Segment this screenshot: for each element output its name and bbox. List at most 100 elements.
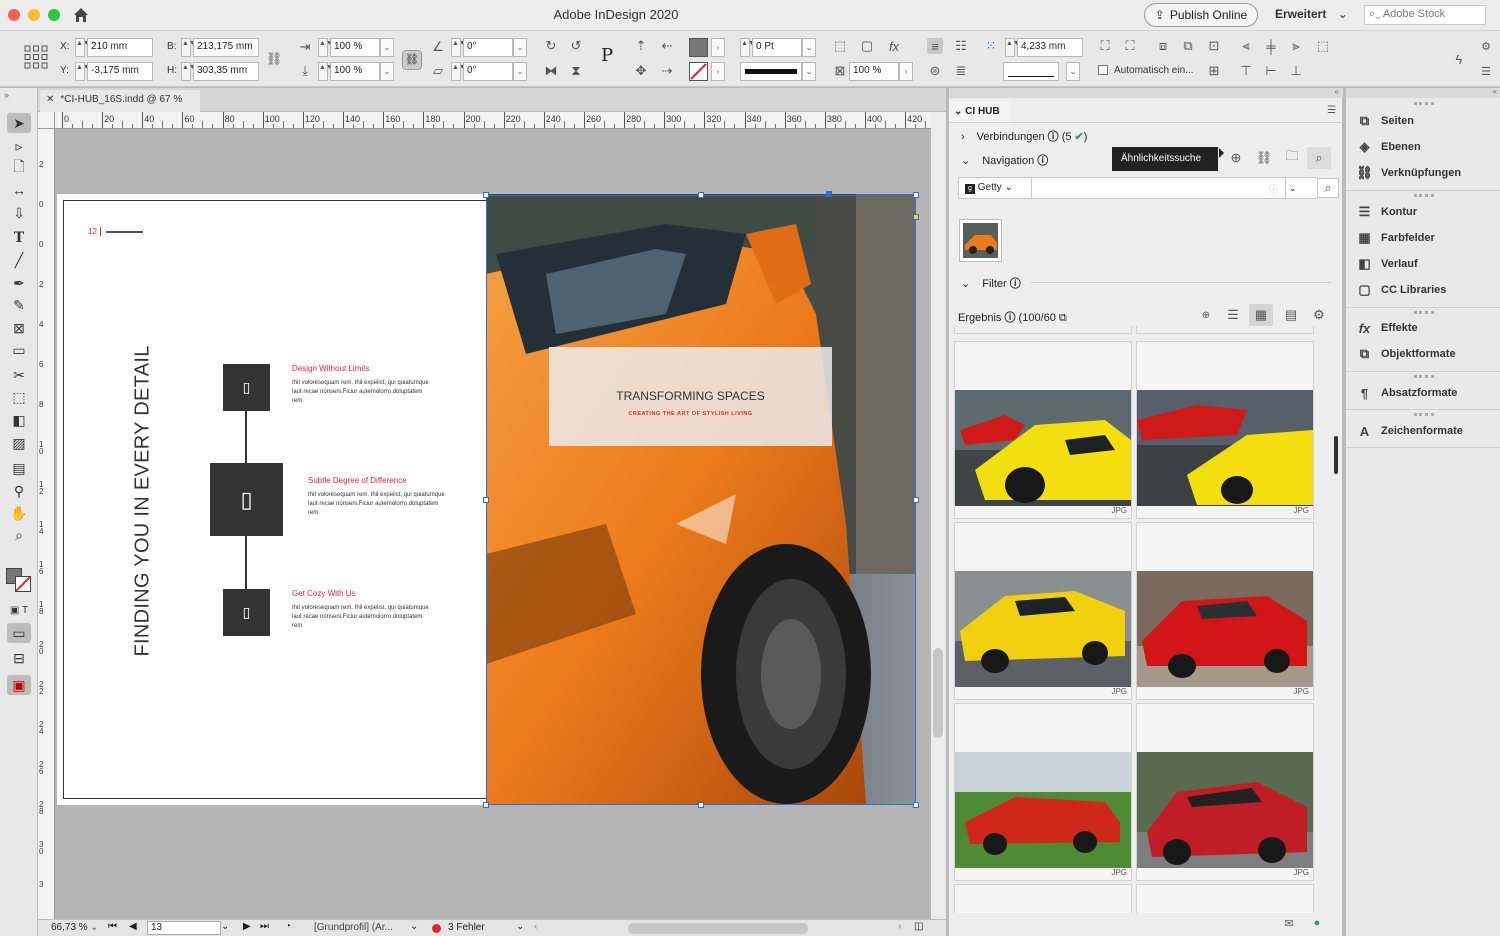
- stroke-none-swatch[interactable]: [689, 62, 708, 81]
- zoom-tool-icon[interactable]: ⌕: [7, 525, 31, 545]
- zoom-dropdown-icon[interactable]: ⌄: [90, 922, 98, 933]
- stroke-weight-dropdown[interactable]: ⌄: [802, 38, 816, 57]
- result-card[interactable]: JPG: [1136, 703, 1314, 881]
- align-center-icon[interactable]: ╪: [1263, 38, 1279, 54]
- pen-tool-icon[interactable]: ✒: [7, 273, 31, 293]
- width-stepper[interactable]: ▲▼: [181, 38, 196, 57]
- quick-apply-icon[interactable]: ϟ: [1451, 51, 1467, 67]
- collapse-toolbox-icon[interactable]: »: [4, 90, 9, 100]
- rotate-cw-icon[interactable]: ↻: [543, 38, 559, 54]
- flip-vertical-icon[interactable]: ⧗: [568, 63, 584, 79]
- search-options-dropdown[interactable]: ⌄: [1285, 178, 1299, 198]
- scale-x-stepper[interactable]: ▲▼: [318, 38, 333, 57]
- shear-field[interactable]: 0°: [463, 62, 513, 81]
- similarity-search-icon[interactable]: ⊕: [1228, 150, 1244, 166]
- horizontal-scroll-thumb[interactable]: [628, 923, 808, 934]
- vertical-title-box[interactable]: FINDING YOU IN EVERY DETAIL: [132, 345, 154, 656]
- resize-handle[interactable]: [913, 497, 919, 503]
- select-content-icon[interactable]: ✥: [633, 63, 649, 79]
- x-stepper[interactable]: ▲▼: [75, 38, 90, 57]
- rectangle-frame-tool-icon[interactable]: ⊠: [7, 318, 31, 338]
- offset-stepper[interactable]: ▲▼: [1005, 38, 1020, 57]
- page-dropdown-icon[interactable]: ⌄: [221, 921, 229, 932]
- opacity-dropdown[interactable]: ›: [899, 62, 913, 81]
- stroke-weight-stepper[interactable]: ▲▼: [740, 38, 755, 57]
- dock-item-cc-libraries[interactable]: ▢ CC Libraries: [1356, 277, 1446, 303]
- rotate-ccw-icon[interactable]: ↺: [568, 38, 584, 54]
- open-pages-icon[interactable]: ◔: [285, 921, 291, 932]
- grip-icon[interactable]: [1414, 311, 1434, 314]
- feature-text-1[interactable]: Design Without Limits Ihit voloresequam …: [292, 364, 432, 406]
- reference-point-icon[interactable]: [24, 45, 48, 69]
- previous-page-icon[interactable]: ◀: [129, 921, 137, 932]
- list-view-icon[interactable]: ☰: [1225, 307, 1241, 323]
- offset-field[interactable]: 4,233 mm: [1017, 38, 1083, 57]
- rectangle-tool-icon[interactable]: ▭: [7, 340, 31, 360]
- direct-selection-tool-icon[interactable]: ▹: [7, 136, 31, 156]
- split-window-icon[interactable]: ◫: [914, 921, 923, 932]
- dock-item-effekte[interactable]: fx Effekte: [1356, 315, 1418, 341]
- preflight-mode-icon[interactable]: ▣: [7, 675, 31, 695]
- dock-item-seiten[interactable]: ⧉ Seiten: [1356, 108, 1414, 134]
- panel-options-icon[interactable]: ☰: [1327, 105, 1336, 116]
- hand-tool-icon[interactable]: ✋: [7, 503, 31, 523]
- text-wrap-box-icon[interactable]: ☷: [953, 38, 969, 54]
- workspace-switcher[interactable]: Erweitert ⌄: [1275, 7, 1348, 21]
- grip-icon[interactable]: [1414, 375, 1434, 378]
- scale-x-dropdown[interactable]: ⌄: [380, 38, 394, 57]
- result-card[interactable]: JPG: [1136, 522, 1314, 700]
- stroke-weight-field[interactable]: 0 Pt: [752, 38, 802, 57]
- canvas-vertical-scrollbar[interactable]: [931, 112, 946, 919]
- left-page[interactable]: 12 FINDING YOU IN EVERY DETAIL ▯ ▯ ▯ Des…: [57, 194, 487, 805]
- load-more-icon[interactable]: ⧉: [1059, 312, 1067, 324]
- settings-gear-icon[interactable]: ⚙: [1311, 307, 1327, 323]
- link-icon[interactable]: ⛓: [1256, 150, 1273, 166]
- select-previous-icon[interactable]: ⇠: [659, 38, 675, 54]
- vertical-ruler[interactable]: 2 0 0 2 4 6 8 1 0 1 2 1 4 1 6 1 8 2 0 2 2 2 4 2 6 2 8 3 0…: [38, 129, 55, 919]
- ci-hub-tab[interactable]: ⌄ CI HUB: [949, 100, 1009, 122]
- link-scale-icon[interactable]: ⛓: [402, 50, 422, 70]
- text-wrap-shape-icon[interactable]: ⊜: [927, 63, 943, 79]
- dock-item-verknuepfungen[interactable]: ⛓ Verknüpfungen: [1356, 160, 1461, 186]
- reference-image-thumb[interactable]: [959, 219, 1002, 262]
- fit-content-frame-icon[interactable]: ⛶: [1097, 38, 1113, 54]
- navigation-row[interactable]: ⌄ Navigation ⓘ: [961, 152, 1048, 168]
- scale-y-dropdown[interactable]: ⌄: [380, 62, 394, 81]
- errors-dropdown-icon[interactable]: ⌄: [516, 921, 524, 932]
- stroke-color-swatch[interactable]: [15, 576, 31, 592]
- user-icon[interactable]: ●: [1309, 915, 1325, 931]
- scale-y-stepper[interactable]: ▲▼: [318, 62, 333, 81]
- gradient-tool-icon[interactable]: ◧: [7, 410, 31, 430]
- search-icon[interactable]: ⌕: [1307, 147, 1331, 169]
- dock-item-objektformate[interactable]: ⧉ Objektformate: [1356, 341, 1456, 367]
- settings-gear-icon[interactable]: ⚙: [1478, 38, 1494, 54]
- next-page-icon[interactable]: ▶: [243, 921, 251, 932]
- scroll-thumb[interactable]: [933, 648, 943, 738]
- folder-icon[interactable]: 🗀: [1284, 148, 1300, 166]
- opacity-field[interactable]: 100 %: [849, 62, 899, 81]
- dock-item-absatzformate[interactable]: ¶ Absatzformate: [1356, 380, 1458, 406]
- corner-options-handle[interactable]: [913, 214, 919, 220]
- result-card[interactable]: JPG: [954, 703, 1132, 881]
- x-position-field[interactable]: 210 mm: [87, 38, 153, 57]
- fitting-frame-icon[interactable]: ⬚: [832, 38, 848, 54]
- constrain-proportions-icon[interactable]: ⛓: [266, 51, 283, 67]
- dock-item-verlauf[interactable]: ◧ Verlauf: [1356, 251, 1417, 277]
- text-wrap-jump-icon[interactable]: ≣: [953, 63, 969, 79]
- note-tool-icon[interactable]: ▤: [7, 458, 31, 478]
- align-bottom-icon[interactable]: ⊥: [1288, 63, 1304, 79]
- rotate-stepper[interactable]: ▲▼: [451, 38, 466, 57]
- first-page-icon[interactable]: ⏮: [108, 921, 117, 932]
- selection-tool-icon[interactable]: ➤: [7, 113, 31, 133]
- scissors-tool-icon[interactable]: ✂: [7, 365, 31, 385]
- fx-icon[interactable]: fx: [886, 38, 902, 54]
- pencil-tool-icon[interactable]: ✎: [7, 295, 31, 315]
- dock-item-zeichenformate[interactable]: A Zeichenformate: [1356, 418, 1463, 444]
- resize-handle[interactable]: [483, 497, 489, 503]
- align-top-icon[interactable]: ⊤: [1238, 63, 1254, 79]
- free-transform-tool-icon[interactable]: ⬚: [7, 387, 31, 407]
- feature-text-3[interactable]: Get Cozy With Us Ihit voloresequam rem. …: [292, 589, 432, 631]
- type-tool-icon[interactable]: T: [7, 228, 31, 248]
- normal-view-icon[interactable]: ▭: [7, 623, 31, 643]
- rotation-field[interactable]: 0°: [463, 38, 513, 57]
